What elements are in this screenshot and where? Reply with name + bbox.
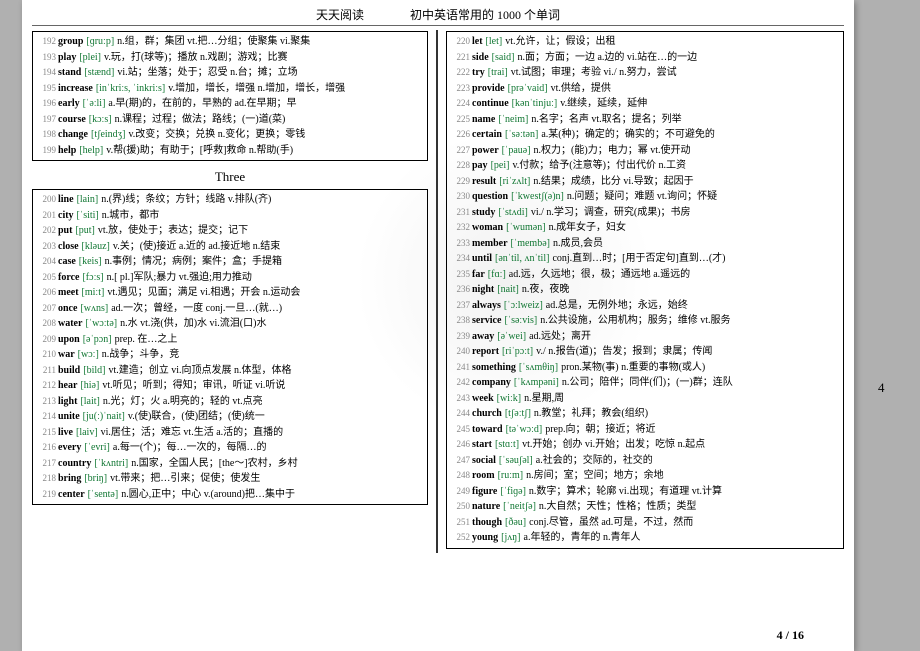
word-row: 234until[ənˈtil, ʌnˈtil]conj.直到…时；[用于否定句…	[450, 251, 840, 267]
word-row: 200line[lain]n.(界)线；条纹；方针；线路 v.排队(齐)	[36, 192, 424, 208]
word-row: 242company[ˈkʌmpəni]n.公司；陪伴；同伴(们)；(一)群；连…	[450, 375, 840, 391]
word-row: 227power[ˈpauə]n.权力；(能)力；电力；幂 vt.使开动	[450, 143, 840, 159]
word-row: 252young[jʌŋ]a.年轻的，青年的 n.青年人	[450, 530, 840, 546]
word-row: 221side[said]n.面；方面；一边 a.边的 vi.站在…的一边	[450, 50, 840, 66]
word-row: 238service[ˈsəːvis]n.公共设施，公用机构；服务；维修 vt.…	[450, 313, 840, 329]
word-row: 211build[bild]vt.建造；创立 vi.向顶点发展 n.体型，体格	[36, 363, 424, 379]
word-row: 223provide[prəˈvaid]vt.供给，提供	[450, 81, 840, 97]
word-row: 232woman[ˈwumən]n.成年女子，妇女	[450, 220, 840, 236]
word-box-a: 192group[ɡruːp]n.组，群；集团 vt.把…分组；使聚集 vi.聚…	[32, 31, 428, 161]
section-title: Three	[32, 169, 428, 185]
word-row: 235far[fɑː]ad.远，久远地；很，极；通远地 a.遥远的	[450, 267, 840, 283]
word-row: 245toward[təˈwɔːd]prep.向；朝；接近；将近	[450, 422, 840, 438]
word-row: 217country[ˈkʌntri]n.国家，全国人民；[the～]农村，乡村	[36, 456, 424, 472]
word-row: 239away[əˈwei]ad.远处；离开	[450, 329, 840, 345]
word-row: 225name[ˈneim]n.名字；名声 vt.取名；提名；列举	[450, 112, 840, 128]
word-row: 212hear[hiə]vt.听见；听到；得知；审讯，听证 vi.听说	[36, 378, 424, 394]
word-row: 237always[ˈɔːlweiz]ad.总是，无例外地；永远，始终	[450, 298, 840, 314]
word-box-b: 200line[lain]n.(界)线；条纹；方针；线路 v.排队(齐)201c…	[32, 189, 428, 505]
word-row: 247social[ˈsəuʃəl]a.社会的；交际的，社交的	[450, 453, 840, 469]
word-row: 224continue[kənˈtinjuː]v.继续，延续，延伸	[450, 96, 840, 112]
word-row: 251though[ðəu]conj.尽管，虽然 ad.可是，不过，然而	[450, 515, 840, 531]
word-row: 240report[riˈpɔːt]v./ n.报告(道)；告发；报到；隶属；传…	[450, 344, 840, 360]
word-row: 250nature[ˈneitʃə]n.大自然；天性；性格；性质；类型	[450, 499, 840, 515]
word-row: 206meet[miːt]vt.遇见；见面；满足 vi.相遇；开会 n.运动会	[36, 285, 424, 301]
word-row: 246start[stɑːt]vt.开始；创办 vi.开始；出发；吃惊 n.起点	[450, 437, 840, 453]
word-row: 241something[ˈsʌmθiŋ]pron.某物(事) n.重要的事物(…	[450, 360, 840, 376]
word-row: 210war[wɔː]n.战争；斗争，竞	[36, 347, 424, 363]
word-row: 199help[help]v.帮(援)助；有助于；[呼救]救命 n.帮助(手)	[36, 143, 424, 159]
word-row: 203close[kləuz]v.关；(使)接近 a.近的 ad.接近地 n.结…	[36, 239, 424, 255]
word-row: 192group[ɡruːp]n.组，群；集团 vt.把…分组；使聚集 vi.聚…	[36, 34, 424, 50]
word-row: 201city[ˈsiti]n.城市，都市	[36, 208, 424, 224]
word-row: 214unite[ju(ː)ˈnait]v.(使)联合，(使)团结；(使)统一	[36, 409, 424, 425]
word-row: 233member[ˈmembə]n.成员,会员	[450, 236, 840, 252]
word-row: 243week[wiːk]n.星期,周	[450, 391, 840, 407]
margin-page-number: 4	[878, 380, 920, 396]
word-row: 196early[ˈəːli]a.早(期)的，在前的，早熟的 ad.在早期；早	[36, 96, 424, 112]
word-row: 219center[ˈsentə]n.圆心,正中；中心 v.(around)把……	[36, 487, 424, 503]
word-row: 222try[trai]vt.试图；审理；考验 vi./ n.努力，尝试	[450, 65, 840, 81]
word-row: 204case[keis]n.事例；情况；病例；案件；盒；手提箱	[36, 254, 424, 270]
word-row: 207once[wʌns]ad.一次；曾经，一度 conj.一旦…(就…)	[36, 301, 424, 317]
word-row: 194stand[stænd]vi.站；坐落；处于；忍受 n.台；摊；立场	[36, 65, 424, 81]
page-footer: 4 / 16	[777, 628, 804, 643]
word-row: 218bring[briŋ]vt.带来；把…引来；促使；使发生	[36, 471, 424, 487]
word-row: 197course[kɔːs]n.课程；过程；做法；路线；(一)道(菜)	[36, 112, 424, 128]
word-row: 230question[ˈkwestʃ(ə)n]n.问题；疑问；难题 vt.询问…	[450, 189, 840, 205]
word-row: 195increase[inˈkriːs, ˈinkriːs]v.增加，增长，增…	[36, 81, 424, 97]
word-row: 202put[put]vt.放，使处于；表达；提交；记下	[36, 223, 424, 239]
word-row: 213light[lait]n.光；灯；火 a.明亮的；轻的 vt.点亮	[36, 394, 424, 410]
word-row: 220let[let]vt.允许，让；假设；出租	[450, 34, 840, 50]
word-row: 226certain[ˈsəːtən]a.某(种)；确定的；确实的；不可避免的	[450, 127, 840, 143]
word-row: 229result[riˈzʌlt]n.结果；成绩，比分 vi.导致；起因于	[450, 174, 840, 190]
word-row: 231study[ˈstʌdi]vi./ n.学习；调查，研究(成果)；书房	[450, 205, 840, 221]
word-row: 198change[tʃeindʒ]v.改变；交换；兑换 n.变化；更换；零钱	[36, 127, 424, 143]
word-row: 208water[ˈwɔːtə]n.水 vt.浇(供，加)水 vi.流泪(口)水	[36, 316, 424, 332]
word-row: 236night[nait]n.夜，夜晚	[450, 282, 840, 298]
header-title: 初中英语常用的 1000 个单词	[410, 8, 560, 22]
word-row: 215live[laiv]vi.居住；活；难忘 vt.生活 a.活的；直播的	[36, 425, 424, 441]
word-row: 216every[ˈevri]a.每一(个)；每…一次的，每隔…的	[36, 440, 424, 456]
header-brand: 天天阅读	[316, 8, 364, 22]
word-row: 209upon[əˈpɔn]prep. 在…之上	[36, 332, 424, 348]
word-box-c: 220let[let]vt.允许，让；假设；出租221side[said]n.面…	[446, 31, 844, 549]
word-row: 248room[ruːm]n.房间；室；空间；地方；余地	[450, 468, 840, 484]
word-row: 205force[fɔːs]n.[ pl.]军队;暴力 vt.强迫;用力推动	[36, 270, 424, 286]
word-row: 228pay[pei]v.付款；给予(注意等)；付出代价 n.工资	[450, 158, 840, 174]
word-row: 244church[tʃəːtʃ]n.教堂；礼拜；教会(组织)	[450, 406, 840, 422]
word-row: 193play[plei]v.玩，打(球等)；播放 n.戏剧；游戏；比赛	[36, 50, 424, 66]
word-row: 249figure[ˈfiɡə]n.数字；算术；轮廓 vi.出现；有道理 vt.…	[450, 484, 840, 500]
